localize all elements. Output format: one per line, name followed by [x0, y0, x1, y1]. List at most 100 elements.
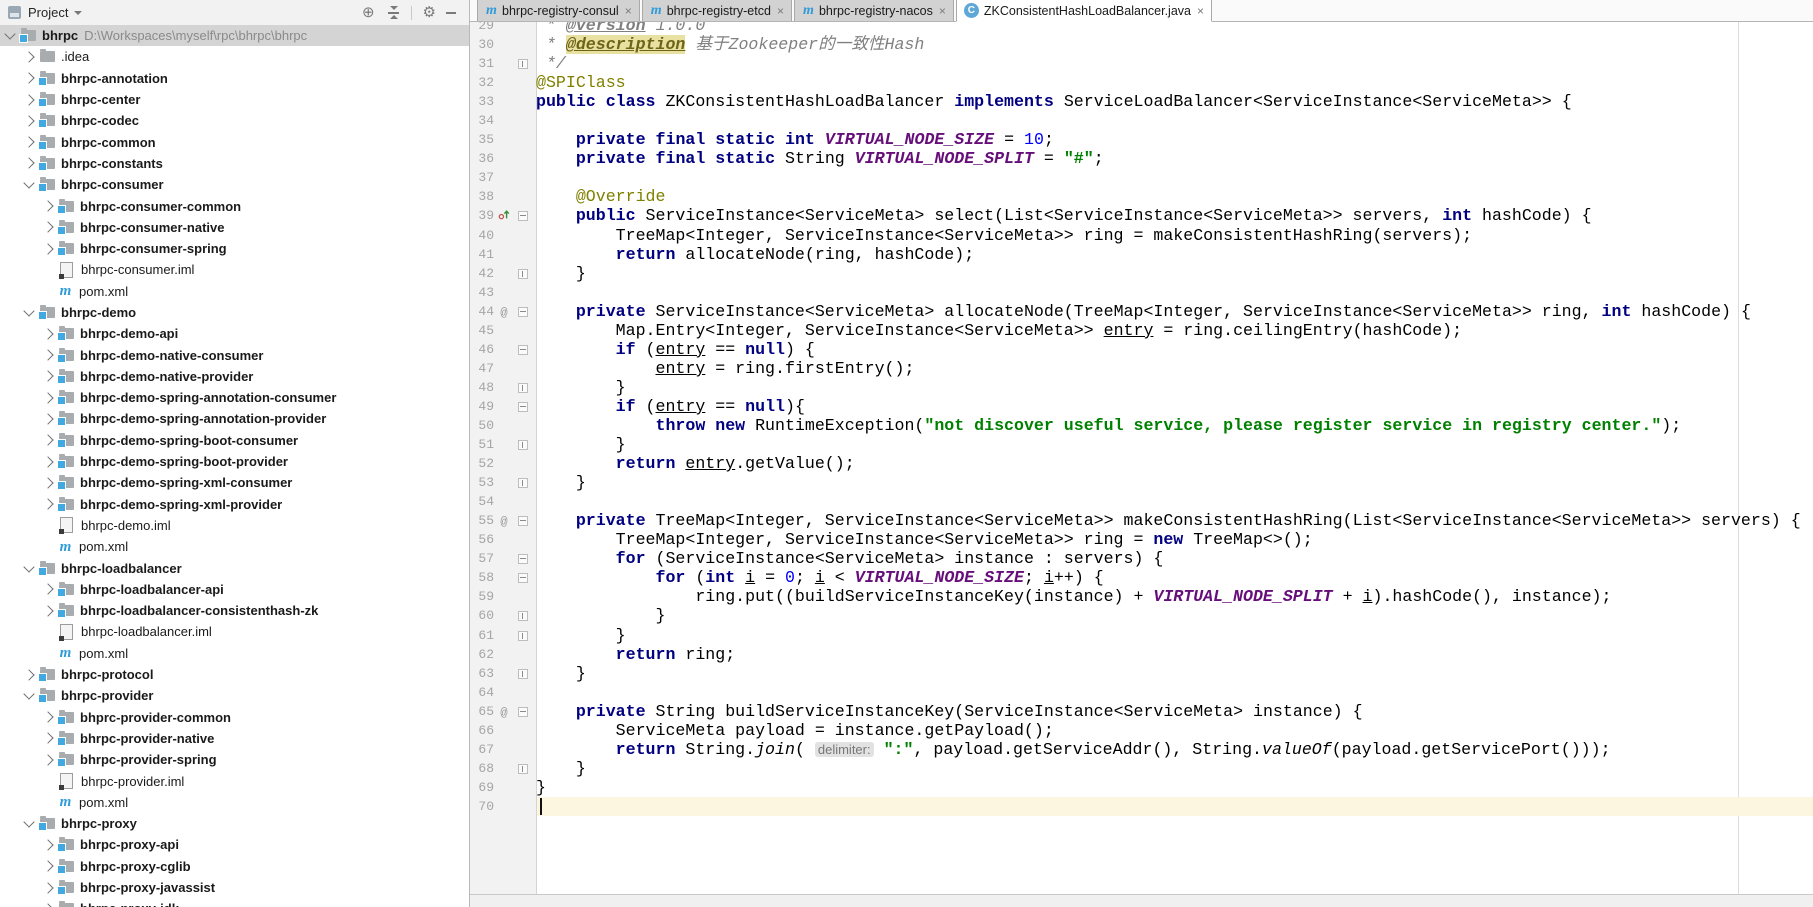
- fold-collapse-icon[interactable]: [518, 554, 528, 564]
- line-number[interactable]: 33: [470, 92, 494, 111]
- code-line[interactable]: 47 entry = ring.firstEntry();: [470, 359, 1813, 378]
- fold-marker-slot[interactable]: [514, 397, 531, 416]
- fold-collapse-icon[interactable]: [518, 307, 528, 317]
- code-line[interactable]: 54: [470, 492, 1813, 511]
- editor-tab[interactable]: CZKConsistentHashLoadBalancer.java×: [956, 0, 1212, 22]
- code-line[interactable]: 37: [470, 168, 1813, 187]
- tree-item[interactable]: mpom.xml: [0, 281, 469, 302]
- tree-item[interactable]: .idea: [0, 46, 469, 67]
- tree-item[interactable]: bhrpc-demo-spring-annotation-provider: [0, 408, 469, 429]
- code-line[interactable]: 52 return entry.getValue();: [470, 454, 1813, 473]
- tree-item[interactable]: bhrpc-consumer.iml: [0, 259, 469, 280]
- line-number[interactable]: 34: [470, 111, 494, 130]
- chevron-collapsed-icon[interactable]: [23, 158, 34, 169]
- chevron-collapsed-icon[interactable]: [42, 861, 53, 872]
- code-line[interactable]: 60 }: [470, 606, 1813, 625]
- tree-item[interactable]: bhrpc-consumer: [0, 174, 469, 195]
- tree-item[interactable]: bhrpc-demo-spring-annotation-consumer: [0, 387, 469, 408]
- chevron-collapsed-icon[interactable]: [42, 435, 53, 446]
- chevron-collapsed-icon[interactable]: [42, 328, 53, 339]
- code-line[interactable]: 58 for (int i = 0; i < VIRTUAL_NODE_SIZE…: [470, 568, 1813, 587]
- code-line[interactable]: 44@ private ServiceInstance<ServiceMeta>…: [470, 302, 1813, 321]
- fold-marker-slot[interactable]: [514, 264, 531, 283]
- line-number[interactable]: 63: [470, 664, 494, 683]
- tree-item[interactable]: bhrpc-proxy: [0, 813, 469, 834]
- fold-collapse-icon[interactable]: [518, 402, 528, 412]
- code-line[interactable]: 42 }: [470, 264, 1813, 283]
- chevron-collapsed-icon[interactable]: [42, 733, 53, 744]
- chevron-expanded-icon[interactable]: [23, 305, 34, 316]
- line-number[interactable]: 43: [470, 283, 494, 302]
- tree-item[interactable]: mpom.xml: [0, 643, 469, 664]
- chevron-collapsed-icon[interactable]: [42, 903, 53, 907]
- line-number[interactable]: 55: [470, 511, 494, 530]
- code-line[interactable]: 48 }: [470, 378, 1813, 397]
- tree-item[interactable]: bhrpc-loadbalancer.iml: [0, 621, 469, 642]
- line-number[interactable]: 53: [470, 473, 494, 492]
- code-line[interactable]: 55@ private TreeMap<Integer, ServiceInst…: [470, 511, 1813, 530]
- chevron-collapsed-icon[interactable]: [42, 711, 53, 722]
- line-number[interactable]: 69: [470, 778, 494, 797]
- line-number[interactable]: 51: [470, 435, 494, 454]
- tree-item[interactable]: bhrpc-demo-spring-boot-consumer: [0, 430, 469, 451]
- code-line[interactable]: 53 }: [470, 473, 1813, 492]
- line-number[interactable]: 57: [470, 549, 494, 568]
- code-line[interactable]: 32@SPIClass: [470, 73, 1813, 92]
- line-number[interactable]: 68: [470, 759, 494, 778]
- collapse-all-icon[interactable]: [387, 6, 400, 19]
- fold-marker-slot[interactable]: [514, 664, 531, 683]
- line-number[interactable]: 66: [470, 721, 494, 740]
- settings-gear-icon[interactable]: ⚙: [423, 5, 436, 20]
- fold-marker-slot[interactable]: [514, 511, 531, 530]
- code-line[interactable]: 64: [470, 683, 1813, 702]
- line-number[interactable]: 39: [470, 206, 494, 225]
- line-number[interactable]: 47: [470, 359, 494, 378]
- code-line[interactable]: 57 for (ServiceInstance<ServiceMeta> ins…: [470, 549, 1813, 568]
- fold-marker-slot[interactable]: [514, 606, 531, 625]
- tree-item[interactable]: bhrpc-demo-spring-xml-consumer: [0, 472, 469, 493]
- chevron-collapsed-icon[interactable]: [42, 456, 53, 467]
- line-number[interactable]: 44: [470, 302, 494, 321]
- tree-item[interactable]: bhrpc-proxy-jdk: [0, 898, 469, 907]
- line-number[interactable]: 49: [470, 397, 494, 416]
- chevron-collapsed-icon[interactable]: [42, 477, 53, 488]
- code-line[interactable]: 30 * @description 基于Zookeeper的一致性Hash: [470, 35, 1813, 54]
- line-number[interactable]: 38: [470, 187, 494, 206]
- line-number[interactable]: 31: [470, 54, 494, 73]
- tree-item[interactable]: bhrpc-demo-spring-xml-provider: [0, 494, 469, 515]
- line-number[interactable]: 58: [470, 568, 494, 587]
- line-number[interactable]: 35: [470, 130, 494, 149]
- chevron-collapsed-icon[interactable]: [42, 605, 53, 616]
- line-number[interactable]: 40: [470, 226, 494, 245]
- code-line[interactable]: 50 throw new RuntimeException("not disco…: [470, 416, 1813, 435]
- code-line[interactable]: 35 private final static int VIRTUAL_NODE…: [470, 130, 1813, 149]
- tree-item[interactable]: bhrpc-provider.iml: [0, 770, 469, 791]
- chevron-expanded-icon[interactable]: [23, 689, 34, 700]
- close-tab-icon[interactable]: ×: [625, 5, 632, 17]
- annotation-gutter-icon[interactable]: @: [494, 702, 514, 721]
- code-line[interactable]: 59 ring.put((buildServiceInstanceKey(ins…: [470, 587, 1813, 606]
- line-number[interactable]: 59: [470, 587, 494, 606]
- chevron-collapsed-icon[interactable]: [42, 200, 53, 211]
- line-number[interactable]: 67: [470, 740, 494, 759]
- code-line[interactable]: 41 return allocateNode(ring, hashCode);: [470, 245, 1813, 264]
- editor-tab[interactable]: mbhrpc-registry-nacos×: [794, 0, 954, 21]
- fold-marker-slot[interactable]: [514, 473, 531, 492]
- fold-collapse-icon[interactable]: [518, 707, 528, 717]
- tree-item[interactable]: bhrpc-proxy-cglib: [0, 856, 469, 877]
- tree-item[interactable]: mpom.xml: [0, 792, 469, 813]
- chevron-collapsed-icon[interactable]: [23, 94, 34, 105]
- chevron-collapsed-icon[interactable]: [23, 115, 34, 126]
- code-line[interactable]: 62 return ring;: [470, 645, 1813, 664]
- line-number[interactable]: 52: [470, 454, 494, 473]
- fold-marker-slot[interactable]: [514, 340, 531, 359]
- fold-collapse-icon[interactable]: [518, 345, 528, 355]
- fold-marker-slot[interactable]: [514, 378, 531, 397]
- code-line[interactable]: 49 if (entry == null){: [470, 397, 1813, 416]
- tree-item[interactable]: bhrpc-loadbalancer-api: [0, 579, 469, 600]
- line-number[interactable]: 36: [470, 149, 494, 168]
- chevron-collapsed-icon[interactable]: [42, 882, 53, 893]
- code-line[interactable]: 43: [470, 283, 1813, 302]
- close-tab-icon[interactable]: ×: [1197, 5, 1204, 17]
- code-line[interactable]: 34: [470, 111, 1813, 130]
